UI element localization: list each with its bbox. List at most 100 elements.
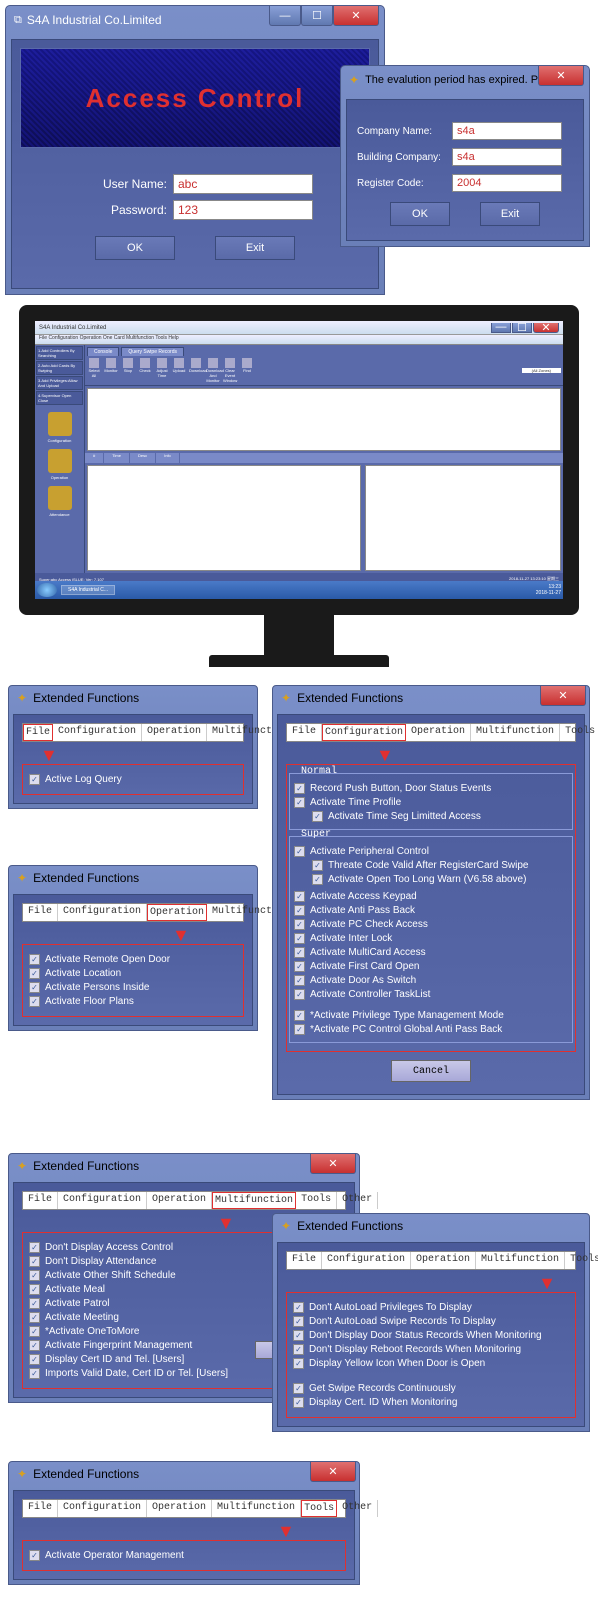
checkbox-icon[interactable]: ✓ bbox=[29, 1242, 40, 1253]
sidebar-task[interactable]: 1.Add Controllers By Searching bbox=[36, 346, 83, 360]
exit-button[interactable]: Exit bbox=[215, 236, 295, 260]
app-max-button[interactable]: ☐ bbox=[512, 323, 532, 333]
toolbar-download-and-monitor[interactable]: Download And Monitor bbox=[206, 358, 220, 383]
checkbox-row[interactable]: ✓*Activate Privilege Type Management Mod… bbox=[294, 1010, 568, 1021]
checkbox-row[interactable]: ✓Don't Display Door Status Records When … bbox=[293, 1330, 569, 1341]
checkbox-row[interactable]: ✓Don't AutoLoad Privileges To Display bbox=[293, 1302, 569, 1313]
minimize-button[interactable]: — bbox=[269, 6, 301, 26]
checkbox-icon[interactable]: ✓ bbox=[29, 774, 40, 785]
checkbox-icon[interactable]: ✓ bbox=[29, 954, 40, 965]
checkbox-icon[interactable]: ✓ bbox=[293, 1330, 304, 1341]
toolbar-find[interactable]: Find bbox=[240, 358, 254, 383]
app-min-button[interactable]: — bbox=[491, 323, 511, 333]
app-close-button[interactable]: ✕ bbox=[533, 323, 559, 333]
sidebar-task[interactable]: 3.Add Privileges:Allow And Upload bbox=[36, 376, 83, 390]
checkbox-icon[interactable]: ✓ bbox=[29, 1270, 40, 1281]
eval-exit-button[interactable]: Exit bbox=[480, 202, 540, 226]
checkbox-icon[interactable]: ✓ bbox=[294, 1024, 305, 1035]
checkbox-icon[interactable]: ✓ bbox=[29, 1284, 40, 1295]
column-header[interactable]: Info bbox=[156, 453, 180, 463]
column-header[interactable]: # bbox=[85, 453, 104, 463]
toolbar-adjust-time[interactable]: Adjust Time bbox=[155, 358, 169, 383]
checkbox-icon[interactable]: ✓ bbox=[293, 1383, 304, 1394]
checkbox-row[interactable]: ✓Activate PC Check Access bbox=[294, 919, 568, 930]
toolbar-select-all[interactable]: Select All bbox=[87, 358, 101, 383]
sidebar-task[interactable]: 4.Supervisor Open Close bbox=[36, 391, 83, 405]
checkbox-row[interactable]: ✓Activate Door As Switch bbox=[294, 975, 568, 986]
close-button[interactable]: ✕ bbox=[540, 686, 586, 706]
tab-multifunction[interactable]: Multifunction bbox=[212, 1192, 296, 1209]
checkbox-icon[interactable]: ✓ bbox=[312, 874, 323, 885]
tab-operation[interactable]: Operation bbox=[147, 1192, 212, 1209]
tab-file[interactable]: File bbox=[23, 1192, 58, 1209]
zone-dropdown[interactable]: (All Zones) bbox=[522, 368, 561, 373]
tab-tools[interactable]: Tools bbox=[565, 1252, 598, 1269]
tab-other[interactable]: Other bbox=[337, 1500, 378, 1517]
toolbar-upload[interactable]: Upload bbox=[172, 358, 186, 383]
username-input[interactable] bbox=[173, 174, 313, 194]
tab-tools[interactable]: Tools bbox=[301, 1500, 337, 1517]
checkbox-icon[interactable]: ✓ bbox=[293, 1344, 304, 1355]
tab-configuration[interactable]: Configuration bbox=[58, 1192, 147, 1209]
checkbox-row[interactable]: ✓Activate Open Too Long Warn (V6.58 abov… bbox=[312, 874, 568, 885]
tab-multifunction[interactable]: Multifunction bbox=[212, 1500, 301, 1517]
cancel-button[interactable]: Cancel bbox=[391, 1060, 471, 1082]
close-button[interactable]: ✕ bbox=[310, 1154, 356, 1174]
checkbox-icon[interactable]: ✓ bbox=[29, 1298, 40, 1309]
sidebar-item-operation[interactable]: Operation bbox=[35, 449, 84, 480]
checkbox-row[interactable]: ✓Activate Remote Open Door bbox=[29, 954, 237, 965]
checkbox-row[interactable]: ✓Activate Anti Pass Back bbox=[294, 905, 568, 916]
checkbox-icon[interactable]: ✓ bbox=[293, 1397, 304, 1408]
checkbox-row[interactable]: ✓Activate Floor Plans bbox=[29, 996, 237, 1007]
password-input[interactable] bbox=[173, 200, 313, 220]
checkbox-icon[interactable]: ✓ bbox=[29, 1312, 40, 1323]
toolbar-clear-event-window[interactable]: Clear Event Window bbox=[223, 358, 237, 383]
taskbar-item[interactable]: S4A Industrial C... bbox=[61, 585, 115, 595]
checkbox-icon[interactable]: ✓ bbox=[294, 975, 305, 986]
checkbox-row[interactable]: ✓Activate Time Seg Limitted Access bbox=[312, 811, 568, 822]
checkbox-icon[interactable]: ✓ bbox=[29, 1550, 40, 1561]
checkbox-icon[interactable]: ✓ bbox=[312, 860, 323, 871]
checkbox-icon[interactable]: ✓ bbox=[294, 905, 305, 916]
checkbox-row[interactable]: ✓Activate Peripheral Control bbox=[294, 846, 568, 857]
start-button[interactable] bbox=[37, 583, 57, 597]
checkbox-row[interactable]: ✓Threate Code Valid After RegisterCard S… bbox=[312, 860, 568, 871]
checkbox-icon[interactable]: ✓ bbox=[29, 982, 40, 993]
tab-tools[interactable]: Tools bbox=[296, 1192, 337, 1209]
checkbox-row[interactable]: ✓Record Push Button, Door Status Events bbox=[294, 783, 568, 794]
column-header[interactable]: Time bbox=[104, 453, 130, 463]
sidebar-item-attendance[interactable]: Attendance bbox=[35, 486, 84, 517]
tab-console[interactable]: Console bbox=[87, 347, 119, 356]
checkbox-icon[interactable]: ✓ bbox=[294, 933, 305, 944]
eval-close-button[interactable]: ✕ bbox=[538, 66, 584, 86]
tab-configuration[interactable]: Configuration bbox=[322, 724, 406, 741]
ok-button[interactable]: OK bbox=[95, 236, 175, 260]
checkbox-icon[interactable]: ✓ bbox=[293, 1358, 304, 1369]
checkbox-icon[interactable]: ✓ bbox=[29, 1256, 40, 1267]
column-header[interactable]: Desc bbox=[130, 453, 156, 463]
tab-operation[interactable]: Operation bbox=[411, 1252, 476, 1269]
tab-configuration[interactable]: Configuration bbox=[53, 724, 142, 741]
eval-ok-button[interactable]: OK bbox=[390, 202, 450, 226]
tab-file[interactable]: File bbox=[23, 904, 58, 921]
tab-operation[interactable]: Operation bbox=[406, 724, 471, 741]
toolbar-check[interactable]: Check bbox=[138, 358, 152, 383]
tab-configuration[interactable]: Configuration bbox=[322, 1252, 411, 1269]
building-input[interactable] bbox=[452, 148, 562, 166]
toolbar-monitor[interactable]: Monitor bbox=[104, 358, 118, 383]
checkbox-icon[interactable]: ✓ bbox=[29, 1340, 40, 1351]
checkbox-icon[interactable]: ✓ bbox=[312, 811, 323, 822]
tab-file[interactable]: File bbox=[287, 1252, 322, 1269]
checkbox-icon[interactable]: ✓ bbox=[294, 797, 305, 808]
checkbox-icon[interactable]: ✓ bbox=[294, 846, 305, 857]
checkbox-row[interactable]: ✓Active Log Query bbox=[29, 774, 237, 785]
company-input[interactable] bbox=[452, 122, 562, 140]
tab-multifunction[interactable]: Multifunction bbox=[476, 1252, 565, 1269]
checkbox-icon[interactable]: ✓ bbox=[29, 1354, 40, 1365]
checkbox-row[interactable]: ✓Activate MultiCard Access bbox=[294, 947, 568, 958]
checkbox-icon[interactable]: ✓ bbox=[294, 1010, 305, 1021]
checkbox-row[interactable]: ✓Display Yellow Icon When Door is Open bbox=[293, 1358, 569, 1369]
sidebar-task[interactable]: 2.Auto Add Cards By Swiping bbox=[36, 361, 83, 375]
checkbox-row[interactable]: ✓*Activate PC Control Global Anti Pass B… bbox=[294, 1024, 568, 1035]
close-button[interactable]: ✕ bbox=[333, 6, 379, 26]
